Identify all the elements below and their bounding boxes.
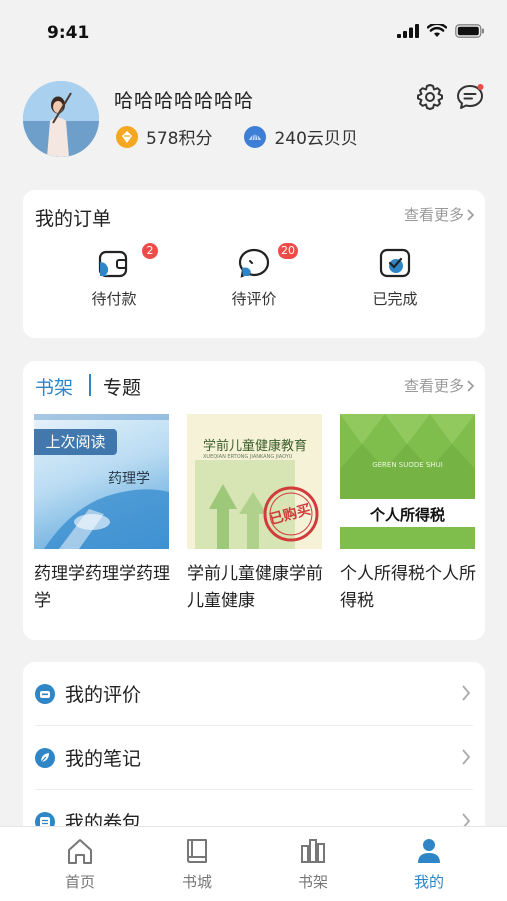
shelf-more-label: 查看更多	[403, 377, 464, 395]
book-title[interactable]: 药理学药理学药理学	[34, 561, 176, 615]
check-box-icon	[379, 248, 411, 278]
chevron-right-icon	[467, 379, 475, 392]
comment-icon	[35, 683, 55, 704]
shell-icon	[244, 125, 267, 148]
wifi-icon	[427, 24, 447, 37]
last-read-label: 上次阅读	[34, 429, 117, 455]
orders-card: 我的订单 查看更多 2 待付款 20 待评价 已完成	[23, 190, 485, 338]
book-cover[interactable]: 上次阅读 药理学	[34, 414, 169, 549]
order-label: 待付款	[91, 290, 137, 308]
cover-title: 个人所得税	[369, 506, 445, 524]
avatar[interactable]	[23, 81, 99, 157]
order-completed[interactable]: 已完成	[335, 246, 455, 309]
tab-topics[interactable]: 专题	[103, 373, 141, 400]
tab-label: 首页	[64, 873, 95, 891]
message-icon[interactable]	[455, 82, 485, 112]
battery-icon	[455, 24, 484, 38]
menu-label: 我的笔记	[65, 748, 142, 770]
tab-bookstore[interactable]: 书城	[157, 835, 237, 892]
order-badge: 20	[278, 243, 298, 259]
chevron-right-icon	[462, 685, 471, 701]
tab-label: 书架	[297, 873, 328, 891]
chevron-right-icon	[467, 208, 475, 221]
order-pending-review[interactable]: 20 待评价	[194, 243, 314, 309]
cover-pinyin: GEREN SUODE SHUI	[372, 461, 443, 469]
orders-more-label: 查看更多	[403, 206, 464, 224]
points-row: 578积分 240云贝贝	[116, 124, 358, 149]
chevron-right-icon	[462, 749, 471, 765]
order-badge: 2	[142, 243, 158, 259]
chat-bubble-icon	[238, 248, 270, 278]
menu-label: 我的评价	[65, 684, 142, 706]
order-label: 待评价	[231, 290, 277, 308]
bottom-tab-bar: 首页 书城 书架 我的	[0, 826, 507, 901]
order-label: 已完成	[372, 290, 418, 308]
tab-home[interactable]: 首页	[40, 835, 120, 892]
order-pending-payment[interactable]: 2 待付款	[54, 243, 174, 309]
tab-bookshelf[interactable]: 书架	[35, 373, 73, 400]
leaf-icon	[35, 747, 55, 768]
points-label: 578积分	[146, 129, 213, 149]
shells-label: 240云贝贝	[274, 129, 358, 149]
orders-more-link[interactable]: 查看更多	[404, 204, 475, 225]
tab-bookshelf-nav[interactable]: 书架	[273, 835, 353, 892]
tab-label: 我的	[413, 873, 444, 891]
shelf-card: 书架 专题 查看更多 上次阅读 药理学 药理学药理学药理学 学前儿童健康教育 X…	[23, 361, 485, 640]
orders-title: 我的订单	[35, 208, 112, 230]
tab-mine[interactable]: 我的	[389, 835, 469, 892]
menu-card: 我的评价 我的笔记 我的卷包	[23, 662, 485, 842]
cover-title: 药理学	[108, 471, 150, 487]
tab-label: 书城	[181, 873, 212, 891]
signal-icon	[397, 24, 419, 38]
person-icon	[418, 839, 440, 863]
settings-gear-icon[interactable]	[415, 82, 445, 112]
bookshelf-icon	[301, 839, 325, 863]
book-cover[interactable]: GEREN SUODE SHUI 个人所得税	[340, 414, 475, 549]
book-title[interactable]: 个人所得税个人所得税	[340, 561, 482, 615]
username: 哈哈哈哈哈哈哈	[114, 90, 255, 112]
book-title[interactable]: 学前儿童健康学前儿童健康	[187, 561, 329, 615]
status-icons	[397, 24, 485, 38]
tab-divider	[89, 374, 91, 396]
book-cover[interactable]: 学前儿童健康教育 XUEQIAN ERTONG JIANKANG JIAOYU …	[187, 414, 322, 549]
menu-item-my-reviews[interactable]: 我的评价	[23, 662, 485, 725]
home-icon	[68, 839, 92, 864]
menu-item-my-notes[interactable]: 我的笔记	[23, 726, 485, 789]
book-icon	[187, 839, 207, 863]
points-coin-icon	[116, 125, 138, 148]
shelf-more-link[interactable]: 查看更多	[404, 375, 475, 396]
wallet-icon	[98, 250, 128, 278]
status-time: 9:41	[47, 23, 90, 43]
